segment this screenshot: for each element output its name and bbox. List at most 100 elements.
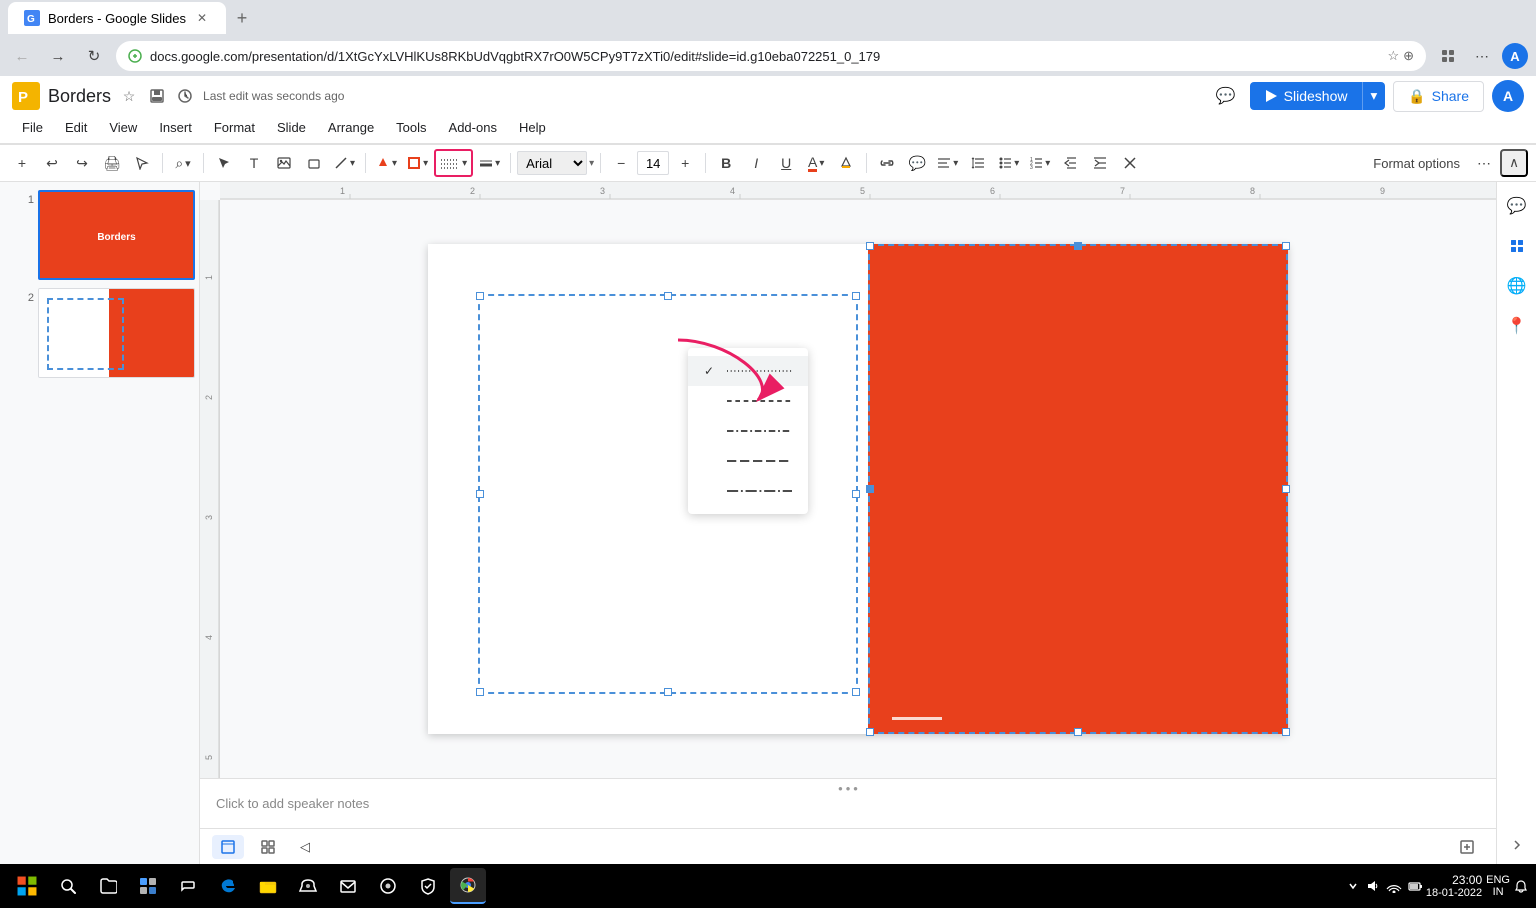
orange-handle-tl[interactable] <box>866 242 874 250</box>
orange-handle-ml[interactable] <box>866 485 874 493</box>
tab-close-btn[interactable]: ✕ <box>194 10 210 26</box>
language-indicator[interactable]: ENG IN <box>1486 874 1510 898</box>
text-btn[interactable]: T <box>240 149 268 177</box>
border-style-dash-dot[interactable]: ✓ <box>688 416 808 446</box>
image-btn[interactable] <box>270 149 298 177</box>
speaker-icon[interactable] <box>1366 879 1380 893</box>
fit-slide-btn[interactable] <box>1450 834 1484 860</box>
grid-view-btn[interactable] <box>252 835 284 859</box>
save-status-btn[interactable] <box>147 86 167 106</box>
menu-insert[interactable]: Insert <box>149 116 202 139</box>
sidebar-format-btn[interactable] <box>1501 230 1533 262</box>
taskbar-files[interactable] <box>90 868 126 904</box>
slide-2-thumbnail[interactable] <box>38 288 195 378</box>
menu-tools[interactable]: Tools <box>386 116 436 139</box>
line-spacing-btn[interactable] <box>964 149 992 177</box>
tray-chevron[interactable] <box>1346 879 1360 893</box>
select-btn[interactable] <box>210 149 238 177</box>
new-tab-button[interactable]: + <box>230 6 254 30</box>
slideshow-dropdown-btn[interactable]: ▾ <box>1362 82 1386 110</box>
handle-tc[interactable] <box>664 292 672 300</box>
line-btn[interactable]: ▾ <box>330 149 359 177</box>
orange-handle-bc[interactable] <box>1074 728 1082 736</box>
clear-format-btn[interactable] <box>1116 149 1144 177</box>
slide-1-thumbnail[interactable]: Borders <box>38 190 195 280</box>
handle-bc[interactable] <box>664 688 672 696</box>
redo-btn[interactable]: ↪ <box>68 149 96 177</box>
back-button[interactable]: ← <box>8 42 36 70</box>
menu-edit[interactable]: Edit <box>55 116 97 139</box>
shape-btn[interactable] <box>300 149 328 177</box>
underline-btn[interactable]: U <box>772 149 800 177</box>
orange-handle-bl[interactable] <box>866 728 874 736</box>
taskbar-search[interactable] <box>50 868 86 904</box>
comment-tb-btn[interactable]: 💬 <box>903 149 931 177</box>
taskbar-chat[interactable] <box>170 868 206 904</box>
taskbar-chrome[interactable] <box>450 868 486 904</box>
refresh-button[interactable]: ↻ <box>80 42 108 70</box>
handle-ml[interactable] <box>476 490 484 498</box>
orange-handle-mr[interactable] <box>1282 485 1290 493</box>
insert-btn[interactable]: + <box>8 149 36 177</box>
text-color-btn[interactable]: A ▾ <box>802 149 830 177</box>
menu-view[interactable]: View <box>99 116 147 139</box>
print-btn[interactable]: 🖨 <box>98 149 126 177</box>
orange-handle-tr[interactable] <box>1282 242 1290 250</box>
menu-file[interactable]: File <box>12 116 53 139</box>
taskbar-mail[interactable] <box>330 868 366 904</box>
forward-button[interactable]: → <box>44 42 72 70</box>
star-title-btn[interactable]: ☆ <box>119 86 139 106</box>
paint-btn[interactable] <box>128 149 156 177</box>
menu-format[interactable]: Format <box>204 116 265 139</box>
italic-btn[interactable]: I <box>742 149 770 177</box>
more-options-btn[interactable]: ⋯ <box>1470 149 1498 177</box>
zoom-btn[interactable]: ⌕▾ <box>169 149 197 177</box>
notifications-icon[interactable] <box>1514 879 1528 893</box>
border-style-dotted-fine[interactable]: ✓ <box>688 356 808 386</box>
handle-mr[interactable] <box>852 490 860 498</box>
profile-avatar[interactable]: A <box>1502 43 1528 69</box>
star-icon[interactable]: ☆ <box>1387 48 1399 64</box>
menu-arrange[interactable]: Arrange <box>318 116 384 139</box>
start-btn[interactable] <box>8 867 46 905</box>
taskbar-edge[interactable] <box>210 868 246 904</box>
undo-btn[interactable]: ↩ <box>38 149 66 177</box>
active-tab[interactable]: G Borders - Google Slides ✕ <box>8 2 226 34</box>
bold-btn[interactable]: B <box>712 149 740 177</box>
notes-handle[interactable]: ••• <box>832 779 864 798</box>
sidebar-maps-btn[interactable]: 📍 <box>1501 310 1533 342</box>
app-profile-btn[interactable]: A <box>1492 80 1524 112</box>
menu-slide[interactable]: Slide <box>267 116 316 139</box>
network-icon[interactable] <box>1386 879 1402 893</box>
collapse-toolbar-btn[interactable]: ∧ <box>1500 149 1528 177</box>
align-btn[interactable]: ▾ <box>933 149 962 177</box>
sidebar-comments-btn[interactable]: 💬 <box>1501 190 1533 222</box>
orange-handle-tc[interactable] <box>1074 242 1082 250</box>
settings-btn[interactable]: ⋯ <box>1468 42 1496 70</box>
taskbar-gaming[interactable] <box>290 868 326 904</box>
extension-icon[interactable]: ⊕ <box>1403 48 1414 64</box>
sidebar-expand-btn[interactable] <box>1509 837 1525 856</box>
menu-addons[interactable]: Add-ons <box>439 116 507 139</box>
highlight-btn[interactable] <box>832 149 860 177</box>
address-bar[interactable]: docs.google.com/presentation/d/1XtGcYxLV… <box>116 41 1426 71</box>
comments-btn[interactable]: 💬 <box>1210 80 1242 112</box>
indent-inc-btn[interactable] <box>1086 149 1114 177</box>
link-btn[interactable] <box>873 149 901 177</box>
indent-dec-btn[interactable] <box>1056 149 1084 177</box>
slide-canvas[interactable]: ✓ ✓ <box>220 200 1496 778</box>
border-style-dashed-short[interactable]: ✓ <box>688 386 808 416</box>
border-style-dashed-long[interactable]: ✓ <box>688 446 808 476</box>
taskbar-music[interactable] <box>370 868 406 904</box>
font-name-select[interactable]: Arial <box>517 151 587 175</box>
share-btn[interactable]: 🔒 Share <box>1393 81 1484 112</box>
time-display[interactable]: 23:00 18-01-2022 <box>1426 873 1482 899</box>
bullets-btn[interactable]: ▾ <box>994 149 1023 177</box>
font-size-decrease-btn[interactable]: − <box>607 149 635 177</box>
border-color-btn[interactable]: ▾ <box>403 149 432 177</box>
handle-br[interactable] <box>852 688 860 696</box>
numbered-list-btn[interactable]: 123 ▾ <box>1025 149 1054 177</box>
format-options-btn[interactable]: Format options <box>1365 152 1468 175</box>
fill-color-btn[interactable]: ▾ <box>372 149 401 177</box>
history-btn[interactable] <box>175 86 195 106</box>
